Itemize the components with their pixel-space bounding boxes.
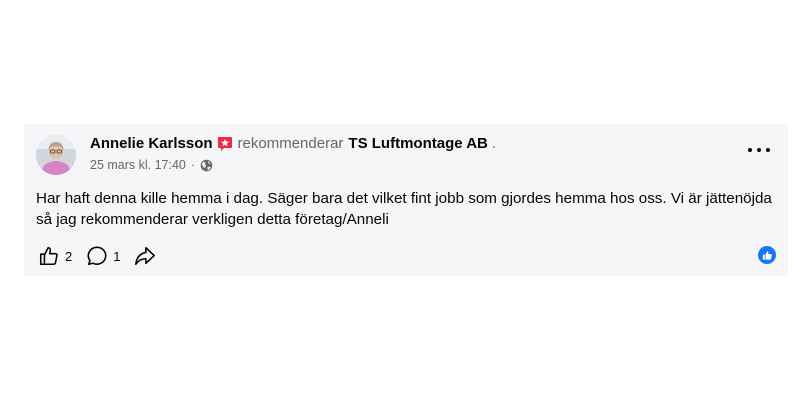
share-arrow-icon [135,246,156,266]
like-reaction-icon[interactable] [758,246,776,264]
recommend-badge-icon [217,136,233,152]
like-count: 2 [65,248,73,264]
separator-dot: · [190,158,196,172]
like-button[interactable]: 2 [38,245,72,267]
action-bar: 2 1 [38,245,170,267]
share-button[interactable] [134,245,156,267]
review-post-card: Annelie Karlsson rekommenderar TS Luftmo… [24,124,788,276]
post-header: Annelie Karlsson rekommenderar TS Luftmo… [90,134,496,172]
avatar[interactable] [36,135,76,175]
more-options-icon[interactable] [748,144,770,156]
recommends-text: rekommenderar [237,135,344,152]
comment-bubble-icon [87,246,107,266]
globe-icon [200,159,213,172]
author-name[interactable]: Annelie Karlsson [90,134,213,153]
post-text: Har haft denna kille hemma i dag. Säger … [36,190,772,228]
comment-button[interactable]: 1 [86,245,120,267]
comment-count: 1 [113,248,121,264]
thumbs-up-icon [39,246,58,266]
page-name[interactable]: TS Luftmontage AB [348,134,487,153]
post-timestamp[interactable]: 25 mars kl. 17:40 [90,158,186,172]
trailing-dot: . [491,135,497,152]
